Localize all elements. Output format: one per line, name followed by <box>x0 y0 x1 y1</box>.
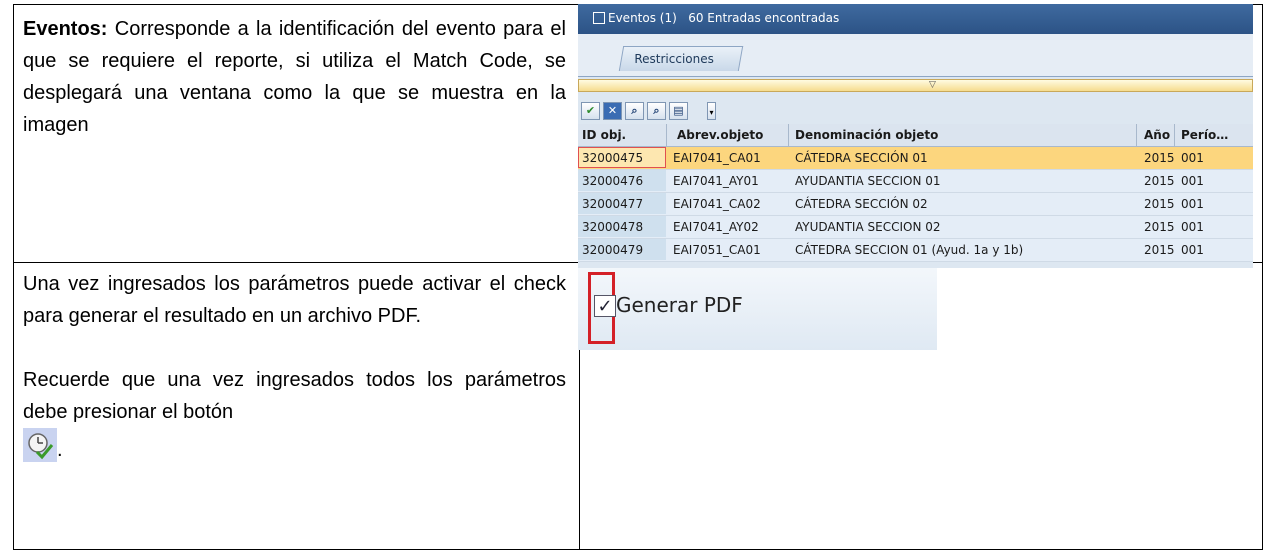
generar-pdf-label: Generar PDF <box>616 293 743 317</box>
row-periodo: 001 <box>1181 151 1204 165</box>
col-header-periodo[interactable]: Perío… <box>1181 128 1228 142</box>
row-anio: 2015 <box>1144 151 1175 165</box>
check-icon[interactable]: ✔ <box>581 102 600 120</box>
row-id: 32000477 <box>582 197 644 211</box>
cancel-icon[interactable]: ✕ <box>603 102 622 120</box>
row-periodo: 001 <box>1181 243 1204 257</box>
restrictions-collapse-bar[interactable]: ▽ <box>578 79 1253 92</box>
tab-restricciones[interactable]: Restricciones <box>618 46 744 71</box>
popup-title-bar: Eventos (1) 60 Entradas encontradas <box>578 4 1253 34</box>
row-denominacion: CÁTEDRA SECCIÓN 02 <box>795 197 928 211</box>
print-dropdown-icon[interactable]: ▾ <box>707 102 716 120</box>
table-row[interactable]: 32000479 EAI7051_CA01 CÁTEDRA SECCION 01… <box>578 239 1253 262</box>
find-next-icon[interactable]: ⌕ <box>647 102 666 120</box>
table-row[interactable]: 32000476 EAI7041_AY01 AYUDANTIA SECCION … <box>578 170 1253 193</box>
row-denominacion: AYUDANTIA SECCION 01 <box>795 174 941 188</box>
table-row[interactable]: 32000477 EAI7041_CA02 CÁTEDRA SECCIÓN 02… <box>578 193 1253 216</box>
col-header-denominacion[interactable]: Denominación objeto <box>795 128 938 142</box>
row-abrev: EAI7051_CA01 <box>673 243 761 257</box>
grid-header: ID obj. Abrev.objeto Denominación objeto… <box>578 124 1253 147</box>
row-anio: 2015 <box>1144 197 1175 211</box>
col-header-anio[interactable]: Año <box>1144 128 1170 142</box>
row-id: 32000479 <box>582 243 644 257</box>
popup-toolbar: ✔ ✕ ⌕ ⌕ ▤ ▾ <box>578 100 1253 124</box>
row-abrev: EAI7041_CA02 <box>673 197 761 211</box>
tab-restricciones-label: Restricciones <box>634 52 714 66</box>
sap-search-help-popup: Eventos (1) 60 Entradas encontradas Rest… <box>578 4 1253 268</box>
trailing-period: . <box>57 439 63 461</box>
row-denominacion: CÁTEDRA SECCION 01 (Ayud. 1a y 1b) <box>795 243 1024 257</box>
row-anio: 2015 <box>1144 174 1175 188</box>
col-header-abrev[interactable]: Abrev.objeto <box>677 128 763 142</box>
tab-bar: Restricciones <box>578 34 1253 76</box>
execute-instruction: Recuerde que una vez ingresados todos lo… <box>23 369 566 423</box>
eventos-description-cell: Eventos: Corresponde a la identificación… <box>23 13 566 141</box>
row-id: 32000478 <box>582 220 644 234</box>
table-row[interactable]: 32000475 EAI7041_CA01 CÁTEDRA SECCIÓN 01… <box>578 147 1253 170</box>
eventos-term: Eventos: <box>23 18 108 40</box>
row-periodo: 001 <box>1181 220 1204 234</box>
generar-pdf-checkbox[interactable]: ✓ <box>594 295 616 317</box>
row-anio: 2015 <box>1144 243 1175 257</box>
row-abrev: EAI7041_AY01 <box>673 174 759 188</box>
window-icon <box>593 12 605 24</box>
popup-title: Eventos (1) 60 Entradas encontradas <box>608 11 840 25</box>
row-abrev: EAI7041_AY02 <box>673 220 759 234</box>
row-anio: 2015 <box>1144 220 1175 234</box>
table-row[interactable]: 32000478 EAI7041_AY02 AYUDANTIA SECCION … <box>578 216 1253 239</box>
row-denominacion: CÁTEDRA SECCIÓN 01 <box>795 151 928 165</box>
row-abrev: EAI7041_CA01 <box>673 151 761 165</box>
generar-pdf-screenshot: ✓ Generar PDF <box>578 268 937 350</box>
find-icon[interactable]: ⌕ <box>625 102 644 120</box>
col-header-id[interactable]: ID obj. <box>582 128 626 142</box>
pdf-instruction: Una vez ingresados los parámetros puede … <box>23 273 566 327</box>
instructions-cell: Una vez ingresados los parámetros puede … <box>23 268 566 466</box>
results-grid: ID obj. Abrev.objeto Denominación objeto… <box>578 124 1253 262</box>
expand-triangle-icon: ▽ <box>929 80 936 90</box>
row-periodo: 001 <box>1181 174 1204 188</box>
row-id: 32000476 <box>582 174 644 188</box>
row-denominacion: AYUDANTIA SECCION 02 <box>795 220 941 234</box>
row-periodo: 001 <box>1181 197 1204 211</box>
print-icon[interactable]: ▤ <box>669 102 688 120</box>
execute-clock-icon <box>23 428 57 462</box>
row-id: 32000475 <box>582 151 644 165</box>
